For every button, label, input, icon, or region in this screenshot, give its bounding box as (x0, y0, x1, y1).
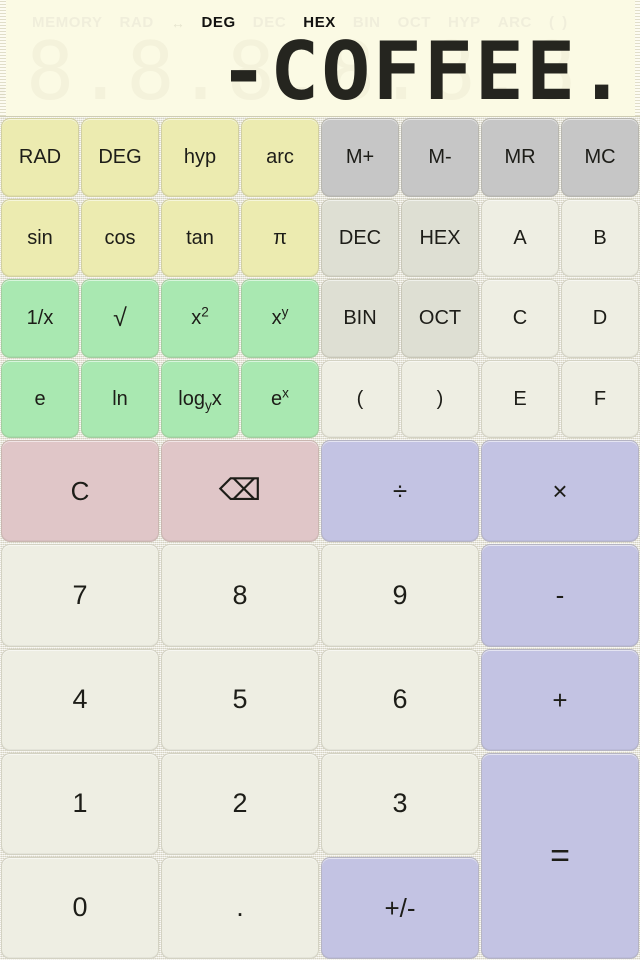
key-subtract[interactable]: - (481, 544, 639, 647)
key-exp-label: ex (271, 385, 289, 410)
key-power[interactable]: xy (241, 279, 319, 358)
key-cos[interactable]: cos (81, 198, 159, 278)
key-log-label: logyx (178, 387, 222, 413)
key-multiply[interactable]: × (481, 440, 639, 543)
key-backspace[interactable]: ⌫ (161, 440, 319, 543)
key-dec-mode[interactable]: DEC (321, 198, 399, 278)
key-0[interactable]: 0 (1, 856, 159, 959)
key-bin-mode[interactable]: BIN (321, 279, 399, 358)
key-3[interactable]: 3 (321, 752, 479, 855)
key-square[interactable]: x2 (161, 279, 239, 358)
key-divide[interactable]: ÷ (321, 440, 479, 543)
display-value: -COFFEE. (218, 25, 628, 117)
key-sin[interactable]: sin (1, 198, 79, 278)
key-rad[interactable]: RAD (1, 118, 79, 197)
key-euler[interactable]: e (1, 359, 79, 439)
key-memory-clear[interactable]: MC (561, 118, 639, 197)
key-square-root[interactable]: √ (81, 279, 159, 358)
key-hex-c[interactable]: C (481, 279, 559, 358)
key-memory-recall[interactable]: MR (481, 118, 559, 197)
key-paren-open[interactable]: ( (321, 359, 399, 439)
key-power-label: xy (271, 304, 289, 330)
display-value-row: -COFFEE. (219, 32, 628, 112)
key-hex-b[interactable]: B (561, 198, 639, 278)
key-arc[interactable]: arc (241, 118, 319, 197)
key-hex-a[interactable]: A (481, 198, 559, 278)
key-pi[interactable]: π (241, 198, 319, 278)
key-hyp[interactable]: hyp (161, 118, 239, 197)
key-hex-mode[interactable]: HEX (401, 198, 479, 278)
key-reciprocal[interactable]: 1/x (1, 279, 79, 358)
display-status-bar: MEMORY RAD ↔ DEG DEC HEX BIN OCT HYP ARC… (0, 13, 640, 33)
status-indicator-deg: DEG (201, 14, 236, 31)
key-log-base-y[interactable]: logyx (161, 359, 239, 439)
key-exp[interactable]: ex (241, 359, 319, 439)
key-2[interactable]: 2 (161, 752, 319, 855)
key-square-label: x2 (191, 304, 209, 330)
key-tan[interactable]: tan (161, 198, 239, 278)
key-paren-close[interactable]: ) (401, 359, 479, 439)
key-add[interactable]: + (481, 648, 639, 751)
key-deg[interactable]: DEG (81, 118, 159, 197)
status-indicator-hyp: HYP (448, 14, 481, 31)
key-8[interactable]: 8 (161, 544, 319, 647)
key-decimal-point[interactable]: . (161, 856, 319, 959)
status-indicator-memory: MEMORY (32, 14, 103, 31)
key-6[interactable]: 6 (321, 648, 479, 751)
status-indicator-rad: RAD (119, 14, 154, 31)
key-hex-e[interactable]: E (481, 359, 559, 439)
status-indicator-swap-arrow-icon: ↔ (170, 15, 186, 31)
key-7[interactable]: 7 (1, 544, 159, 647)
calculator-display: MEMORY RAD ↔ DEG DEC HEX BIN OCT HYP ARC… (0, 0, 640, 117)
key-oct-mode[interactable]: OCT (401, 279, 479, 358)
status-indicator-hex: HEX (303, 14, 336, 31)
status-indicator-oct: OCT (397, 14, 432, 31)
key-1[interactable]: 1 (1, 752, 159, 855)
key-hex-f[interactable]: F (561, 359, 639, 439)
status-indicator-bin: BIN (352, 14, 381, 31)
key-9[interactable]: 9 (321, 544, 479, 647)
status-indicator-arc: ARC (497, 14, 532, 31)
status-indicator-dec: DEC (252, 14, 287, 31)
calculator-app: MEMORY RAD ↔ DEG DEC HEX BIN OCT HYP ARC… (0, 0, 640, 960)
keypad: RAD DEG hyp arc M+ M- MR MC sin cos tan π DEC HEX A B 1/… (0, 117, 640, 960)
key-hex-d[interactable]: D (561, 279, 639, 358)
key-memory-add[interactable]: M+ (321, 118, 399, 197)
display-readout: 8.8.8.8.8.8.8.8. -COFFEE. (0, 32, 628, 112)
key-sign-toggle[interactable]: +/- (321, 856, 479, 959)
key-natural-log[interactable]: ln (81, 359, 159, 439)
key-clear[interactable]: C (1, 440, 159, 543)
key-4[interactable]: 4 (1, 648, 159, 751)
status-indicator-parentheses: ( ) (549, 14, 570, 31)
key-memory-subtract[interactable]: M- (401, 118, 479, 197)
key-equals[interactable]: = (481, 752, 639, 959)
key-5[interactable]: 5 (161, 648, 319, 751)
